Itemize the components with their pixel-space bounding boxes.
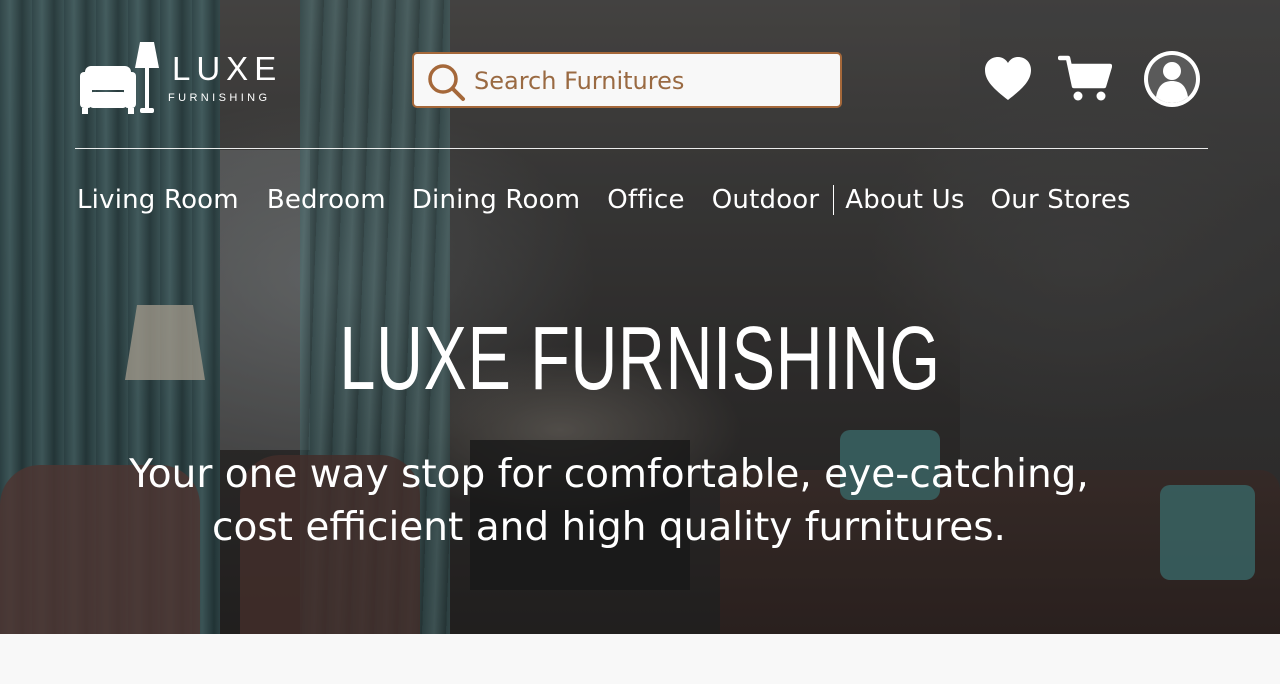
user-avatar-icon[interactable]	[1142, 49, 1202, 109]
brand-logo[interactable]: LUXE FURNISHING	[80, 42, 280, 116]
nav-item-office[interactable]: Office	[607, 185, 685, 215]
nav-item-bedroom[interactable]: Bedroom	[267, 185, 386, 215]
hero-banner: LUXE FURNISHING Living Room Bedroom Dini…	[0, 0, 1280, 634]
nav-item-outdoor[interactable]: Outdoor	[712, 185, 820, 215]
heart-icon[interactable]	[984, 56, 1032, 102]
brand-tagline: FURNISHING	[168, 92, 271, 104]
hero-subtitle: Your one way stop for comfortable, eye-c…	[100, 448, 1118, 554]
search-input[interactable]	[474, 62, 824, 100]
hero-subtitle-line-2: cost efficient and high quality furnitur…	[212, 505, 1006, 550]
main-nav: Living Room Bedroom Dining Room Office O…	[77, 180, 1131, 220]
nav-item-living-room[interactable]: Living Room	[77, 185, 239, 215]
nav-item-about-us[interactable]: About Us	[845, 185, 964, 215]
nav-separator	[833, 185, 835, 215]
hero-subtitle-line-1: Your one way stop for comfortable, eye-c…	[129, 452, 1089, 497]
cart-icon[interactable]	[1058, 54, 1112, 102]
hero-title: LUXE FURNISHING	[339, 309, 941, 409]
search-icon[interactable]	[426, 62, 466, 102]
header-divider	[75, 148, 1208, 149]
nav-item-dining-room[interactable]: Dining Room	[412, 185, 580, 215]
brand-name: LUXE	[172, 50, 283, 87]
search-bar[interactable]	[412, 52, 842, 108]
nav-item-our-stores[interactable]: Our Stores	[991, 185, 1131, 215]
sofa-lamp-logo-icon	[80, 42, 159, 114]
